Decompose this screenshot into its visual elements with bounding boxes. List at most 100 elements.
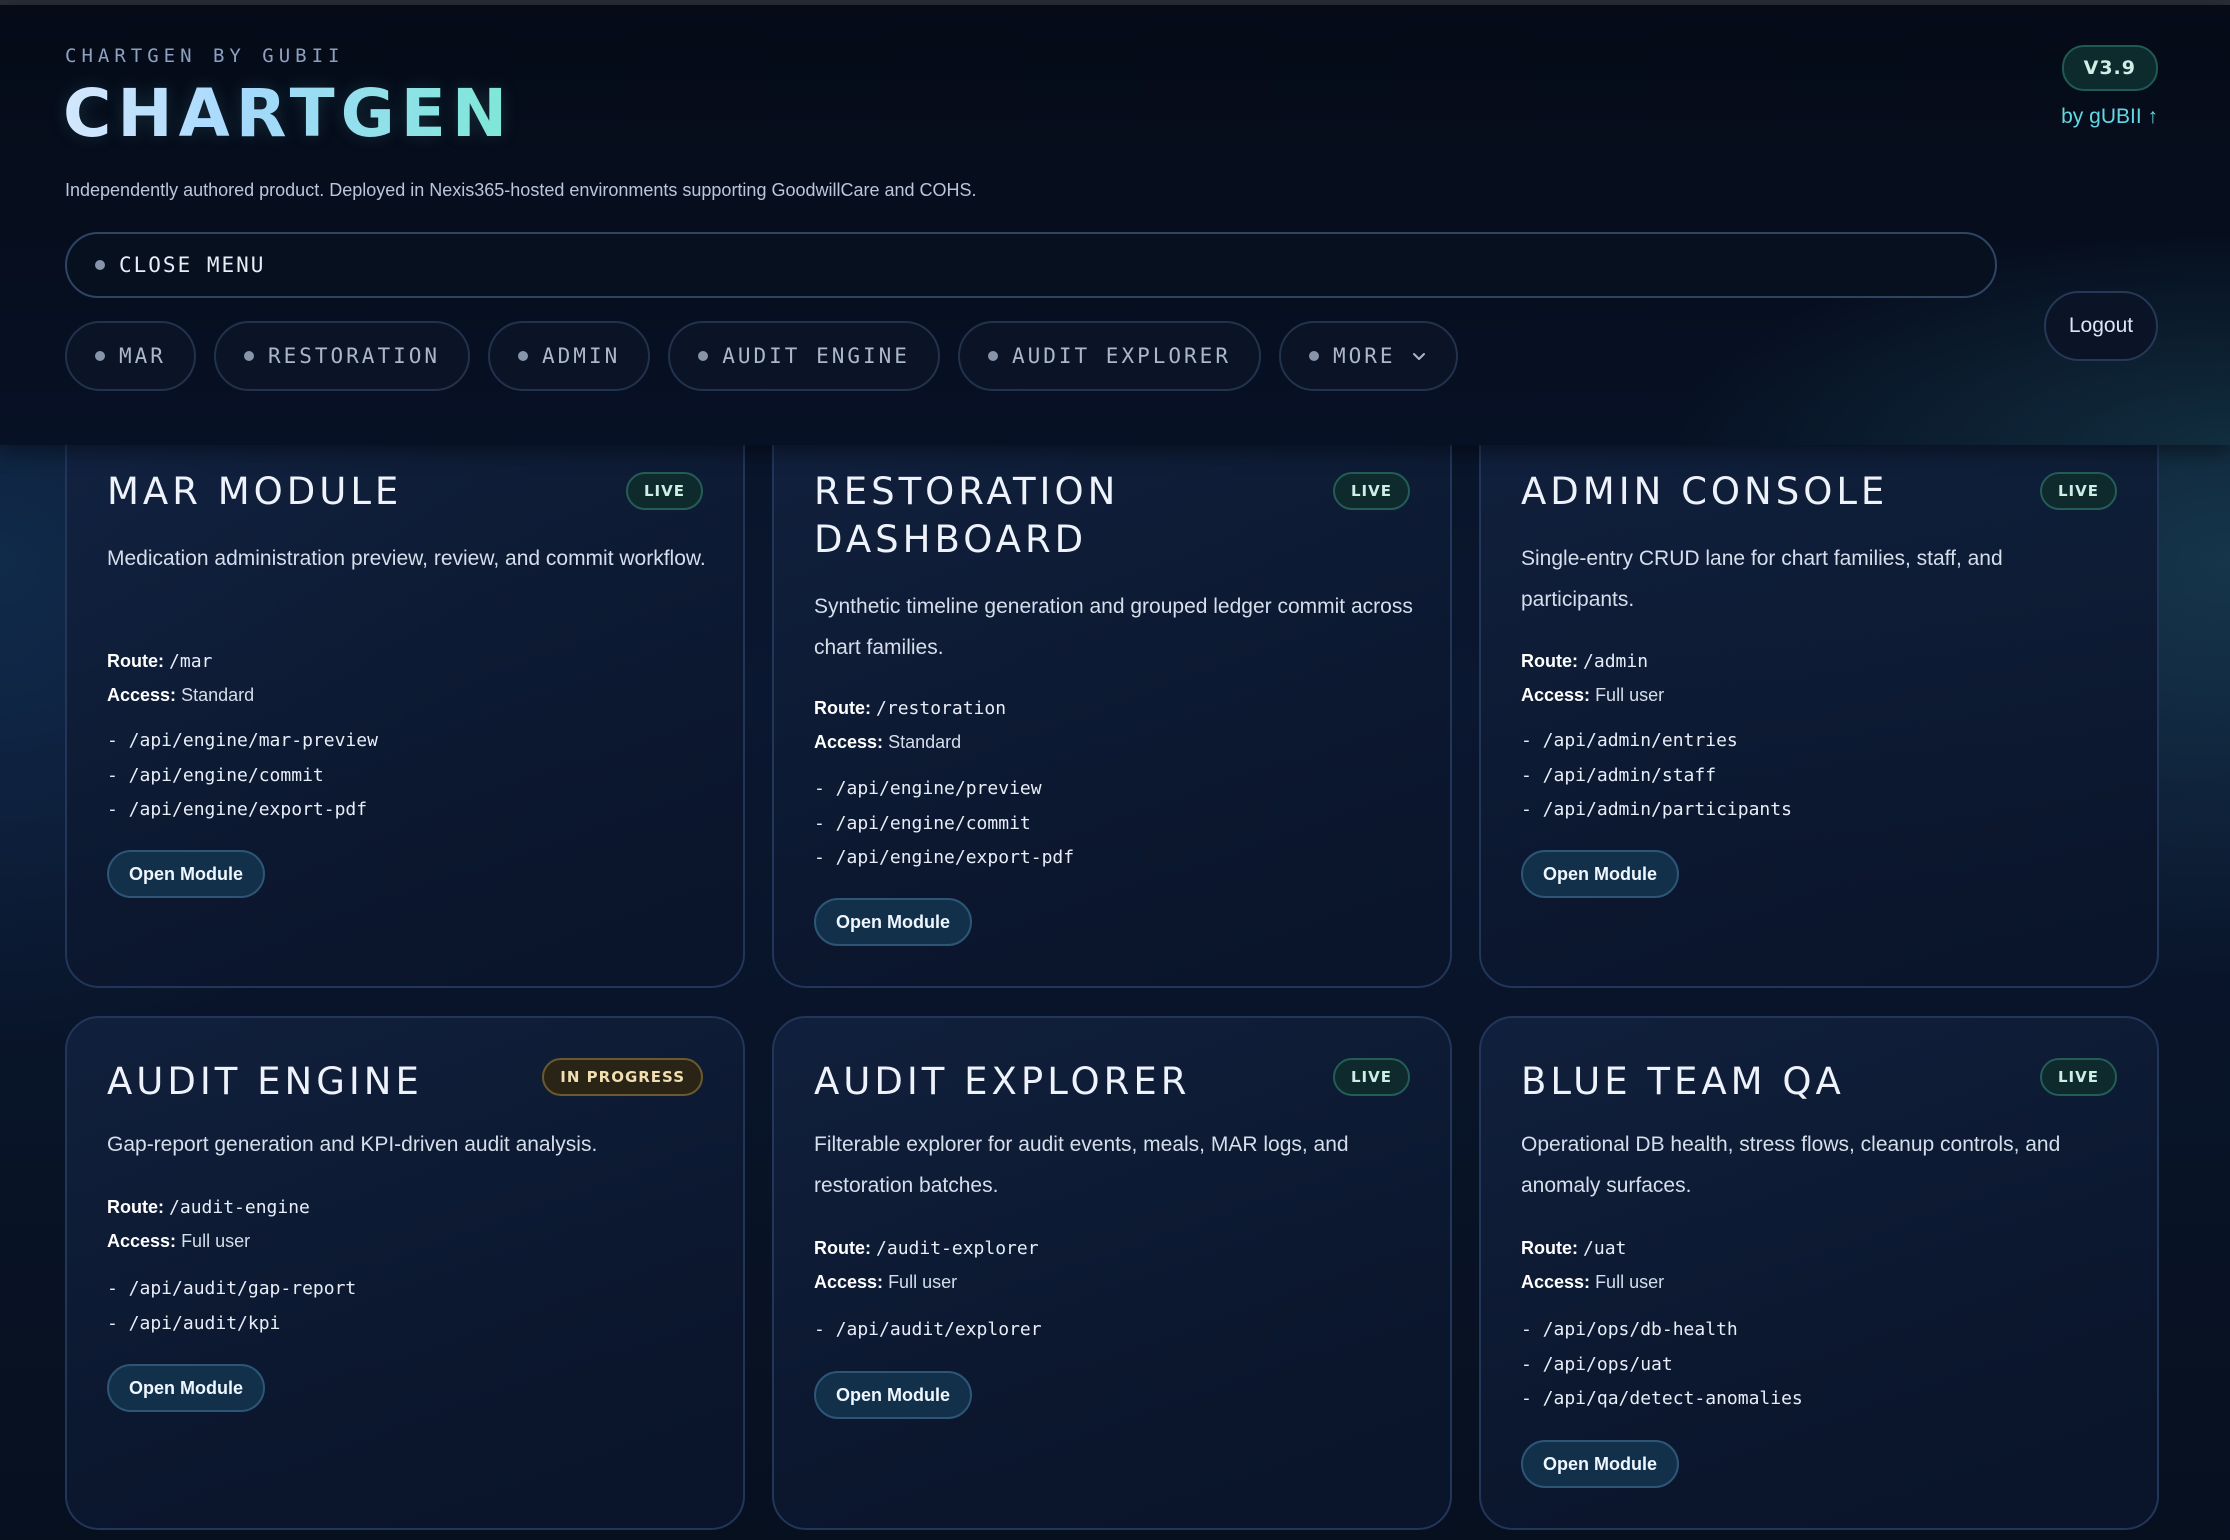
route-value: /audit-engine — [169, 1197, 310, 1218]
route-value: /mar — [169, 651, 213, 672]
access-label: Access: — [1521, 685, 1591, 705]
endpoint-list: - /api/engine/mar-preview - /api/engine/… — [107, 724, 378, 828]
app-header: CHARTGEN BY GUBII CHARTGEN Independently… — [0, 5, 2230, 445]
endpoint-list: - /api/engine/preview - /api/engine/comm… — [814, 772, 1074, 876]
endpoint-item: - /api/engine/export-pdf — [814, 847, 1075, 868]
route-line: Route: /restoration — [814, 691, 1006, 726]
nav-item-more[interactable]: MORE — [1278, 321, 1458, 391]
endpoint-item: - /api/audit/explorer — [814, 1319, 1042, 1340]
module-card-mar: MAR MODULE LIVE Medication administratio… — [65, 420, 745, 988]
endpoint-item: - /api/admin/participants — [1521, 799, 1792, 820]
access-label: Access: — [107, 685, 177, 705]
version-badge: V3.9 — [2061, 45, 2158, 91]
module-card-admin: ADMIN CONSOLE LIVE Single-entry CRUD lan… — [1479, 420, 2159, 988]
status-badge: LIVE — [626, 472, 703, 510]
nav-item-label: AUDIT ENGINE — [722, 344, 910, 368]
endpoint-item: - /api/ops/db-health — [1521, 1319, 1738, 1340]
nav-item-label: MAR — [119, 344, 166, 368]
access-label: Access: — [1521, 1272, 1591, 1292]
route-label: Route: — [107, 651, 164, 671]
status-badge: LIVE — [2040, 472, 2117, 510]
card-description: Medication administration preview, revie… — [107, 547, 706, 570]
status-badge: LIVE — [1333, 1058, 1410, 1096]
status-badge: IN PROGRESS — [542, 1058, 703, 1096]
dot-icon — [243, 351, 254, 361]
endpoint-item: - /api/engine/commit — [107, 764, 324, 786]
dot-icon — [95, 351, 105, 361]
module-card-restoration: RESTORATION DASHBOARD LIVE Synthetic tim… — [772, 420, 1452, 988]
route-value: /admin — [1583, 651, 1649, 672]
access-line: Access: Standard — [107, 678, 254, 712]
nav-item-label: AUDIT EXPLORER — [1011, 344, 1231, 368]
card-title: ADMIN CONSOLE — [1521, 470, 1889, 513]
access-value: Standard — [888, 732, 962, 752]
endpoint-list: - /api/admin/entries - /api/admin/staff … — [1521, 724, 1792, 828]
route-label: Route: — [107, 1197, 164, 1217]
endpoint-item: - /api/engine/export-pdf — [107, 799, 368, 820]
access-line: Access: Full user — [814, 1265, 957, 1299]
access-value: Full user — [1595, 1272, 1665, 1292]
route-line: Route: /audit-engine — [107, 1190, 310, 1225]
access-value: Full user — [181, 1231, 251, 1251]
module-nav: MAR RESTORATION ADMIN AUDIT ENGINE AUDIT… — [65, 321, 1458, 391]
nav-item-label: RESTORATION — [267, 344, 441, 368]
card-description: Operational DB health, stress flows, cle… — [1521, 1133, 2061, 1197]
access-line: Access: Full user — [1521, 1265, 1664, 1299]
dot-icon — [987, 351, 998, 361]
card-description: Gap-report generation and KPI-driven aud… — [107, 1133, 598, 1156]
nav-item-admin[interactable]: ADMIN — [488, 321, 651, 391]
open-module-button[interactable]: Open Module — [107, 850, 265, 898]
brand-title: CHARTGEN — [63, 75, 514, 152]
endpoint-list: - /api/audit/gap-report - /api/audit/kpi — [107, 1272, 356, 1341]
access-label: Access: — [814, 732, 884, 752]
route-label: Route: — [1521, 1238, 1578, 1258]
status-badge: LIVE — [2040, 1058, 2117, 1096]
card-description: Synthetic timeline generation and groupe… — [814, 595, 1413, 659]
open-module-button[interactable]: Open Module — [107, 1364, 265, 1412]
route-line: Route: /uat — [1521, 1231, 1626, 1266]
route-line: Route: /audit-explorer — [814, 1231, 1039, 1266]
nav-item-label: ADMIN — [542, 344, 621, 368]
close-menu-label: CLOSE MENU — [119, 253, 266, 277]
logout-button[interactable]: Logout — [2044, 291, 2158, 361]
brand-kicker: CHARTGEN BY GUBII — [65, 45, 345, 67]
route-line: Route: /admin — [1521, 644, 1648, 679]
endpoint-list: - /api/audit/explorer — [814, 1313, 1042, 1348]
endpoint-item: - /api/engine/mar-preview — [107, 730, 378, 751]
card-title: BLUE TEAM QA — [1521, 1060, 1845, 1103]
access-value: Standard — [181, 685, 255, 705]
route-label: Route: — [1521, 651, 1578, 671]
endpoint-item: - /api/qa/detect-anomalies — [1521, 1388, 1803, 1409]
route-value: /restoration — [876, 698, 1007, 719]
card-title: AUDIT EXPLORER — [814, 1060, 1191, 1103]
endpoint-list: - /api/ops/db-health - /api/ops/uat - /a… — [1521, 1313, 1803, 1417]
card-title: AUDIT ENGINE — [107, 1060, 423, 1103]
nav-item-restoration[interactable]: RESTORATION — [213, 321, 471, 391]
card-description: Filterable explorer for audit events, me… — [814, 1133, 1349, 1197]
nav-item-audit-explorer[interactable]: AUDIT EXPLORER — [957, 321, 1261, 391]
page: CHARTGEN BY GUBII CHARTGEN Independently… — [0, 0, 2230, 1540]
dot-icon — [95, 260, 105, 270]
tagline: Independently authored product. Deployed… — [65, 180, 977, 200]
access-value: Full user — [888, 1272, 958, 1292]
access-label: Access: — [107, 1231, 177, 1251]
card-description: Single-entry CRUD lane for chart familie… — [1521, 547, 2003, 611]
open-module-button[interactable]: Open Module — [1521, 1440, 1679, 1488]
card-title: RESTORATION DASHBOARD — [814, 470, 1120, 561]
route-line: Route: /mar — [107, 644, 212, 679]
open-module-button[interactable]: Open Module — [1521, 850, 1679, 898]
route-value: /audit-explorer — [876, 1238, 1039, 1259]
access-line: Access: Full user — [1521, 678, 1664, 712]
open-module-button[interactable]: Open Module — [814, 1371, 972, 1419]
nav-item-mar[interactable]: MAR — [65, 321, 196, 391]
close-menu-button[interactable]: CLOSE MENU — [65, 232, 1997, 298]
open-module-button[interactable]: Open Module — [814, 898, 972, 946]
dot-icon — [518, 351, 529, 361]
author-link[interactable]: by gUBII ↑ — [2061, 105, 2158, 129]
route-value: /uat — [1583, 1238, 1627, 1259]
module-card-audit-explorer: AUDIT EXPLORER LIVE Filterable explorer … — [772, 1016, 1452, 1530]
status-badge: LIVE — [1333, 472, 1410, 510]
dot-icon — [698, 351, 709, 361]
access-line: Access: Full user — [107, 1224, 250, 1258]
nav-item-audit-engine[interactable]: AUDIT ENGINE — [668, 321, 940, 391]
